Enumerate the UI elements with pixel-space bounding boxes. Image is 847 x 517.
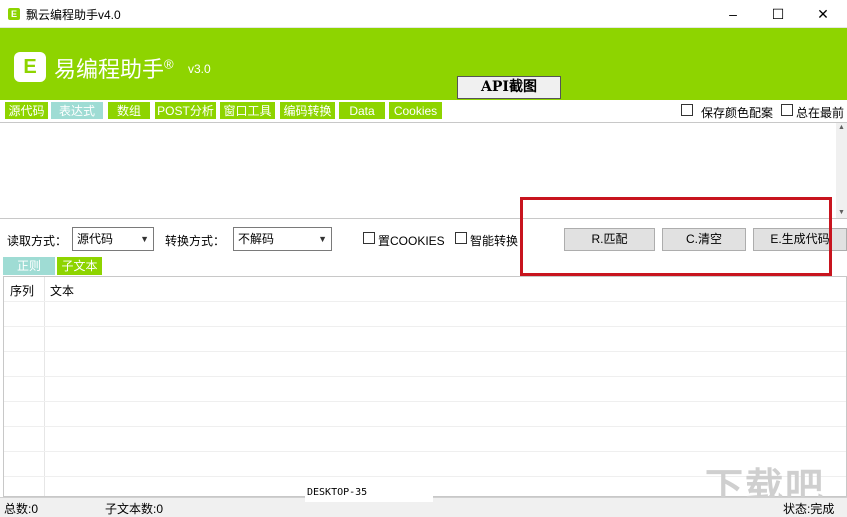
column-header-text[interactable]: 文本 xyxy=(50,282,74,299)
tab-array[interactable]: 数组 xyxy=(107,101,151,120)
maximize-button[interactable]: ☐ xyxy=(755,0,801,28)
app-icon: E xyxy=(8,8,20,20)
window-title: 飘云编程助手v4.0 xyxy=(26,8,121,22)
always-on-top-label: 总在最前 xyxy=(796,106,845,120)
chevron-down-icon: ▼ xyxy=(318,234,327,244)
tab-encoding[interactable]: 编码转换 xyxy=(279,101,336,120)
api-screenshot-button[interactable]: API截图 xyxy=(457,76,561,99)
save-colors-label: 保存颜色配案 xyxy=(701,106,774,120)
smart-convert-label: 智能转换 xyxy=(470,234,519,248)
smart-convert-checkbox[interactable] xyxy=(455,232,467,244)
table-row xyxy=(4,376,846,377)
read-mode-value: 源代码 xyxy=(77,232,114,246)
column-header-index[interactable]: 序列 xyxy=(10,282,34,299)
save-colors-checkbox[interactable] xyxy=(681,104,693,116)
convert-mode-value: 不解码 xyxy=(238,232,275,246)
subtab-substring[interactable]: 子文本 xyxy=(57,257,102,275)
tab-source[interactable]: 源代码 xyxy=(4,101,49,120)
app-name-text: 易编程助手 xyxy=(54,57,165,82)
tab-window-tools[interactable]: 窗口工具 xyxy=(219,101,276,120)
convert-mode-select[interactable]: 不解码 ▼ xyxy=(233,227,332,251)
set-cookies-label: 置COOKIES xyxy=(378,234,445,248)
table-row xyxy=(4,401,846,402)
always-on-top-checkbox[interactable] xyxy=(781,104,793,116)
table-row xyxy=(4,351,846,352)
app-name: 易编程助手® xyxy=(54,52,174,84)
tab-post-analysis[interactable]: POST分析 xyxy=(154,101,217,120)
table-row xyxy=(4,426,846,427)
status-state: 状态:完成 xyxy=(783,502,835,516)
convert-mode-label: 转换方式： xyxy=(165,234,226,248)
tab-expression[interactable]: 表达式 xyxy=(50,101,104,120)
column-divider xyxy=(44,277,45,496)
read-mode-select[interactable]: 源代码 ▼ xyxy=(72,227,154,251)
scroll-down-icon[interactable]: ▼ xyxy=(836,208,847,218)
chevron-down-icon: ▼ xyxy=(140,234,149,244)
logo-icon: E xyxy=(14,52,46,82)
scroll-up-icon[interactable]: ▲ xyxy=(836,123,847,133)
textarea-scrollbar[interactable]: ▲ ▼ xyxy=(836,123,847,218)
status-total: 总数:0 xyxy=(4,502,39,516)
status-substring-count: 子文本数:0 xyxy=(105,502,164,516)
registered-mark: ® xyxy=(164,56,174,72)
close-button[interactable]: ✕ xyxy=(800,0,846,28)
minimize-button[interactable]: – xyxy=(710,0,756,28)
tab-data[interactable]: Data xyxy=(338,101,386,120)
table-row xyxy=(4,326,846,327)
highlight-box xyxy=(520,197,832,276)
table-row xyxy=(4,301,846,302)
desktop-tooltip: DESKTOP-35 xyxy=(305,484,433,502)
app-version: v3.0 xyxy=(188,62,211,76)
table-row xyxy=(4,451,846,452)
set-cookies-checkbox[interactable] xyxy=(363,232,375,244)
tab-cookies[interactable]: Cookies xyxy=(388,101,443,120)
subtab-regex[interactable]: 正则 xyxy=(3,257,55,275)
read-mode-label: 读取方式： xyxy=(7,234,68,248)
